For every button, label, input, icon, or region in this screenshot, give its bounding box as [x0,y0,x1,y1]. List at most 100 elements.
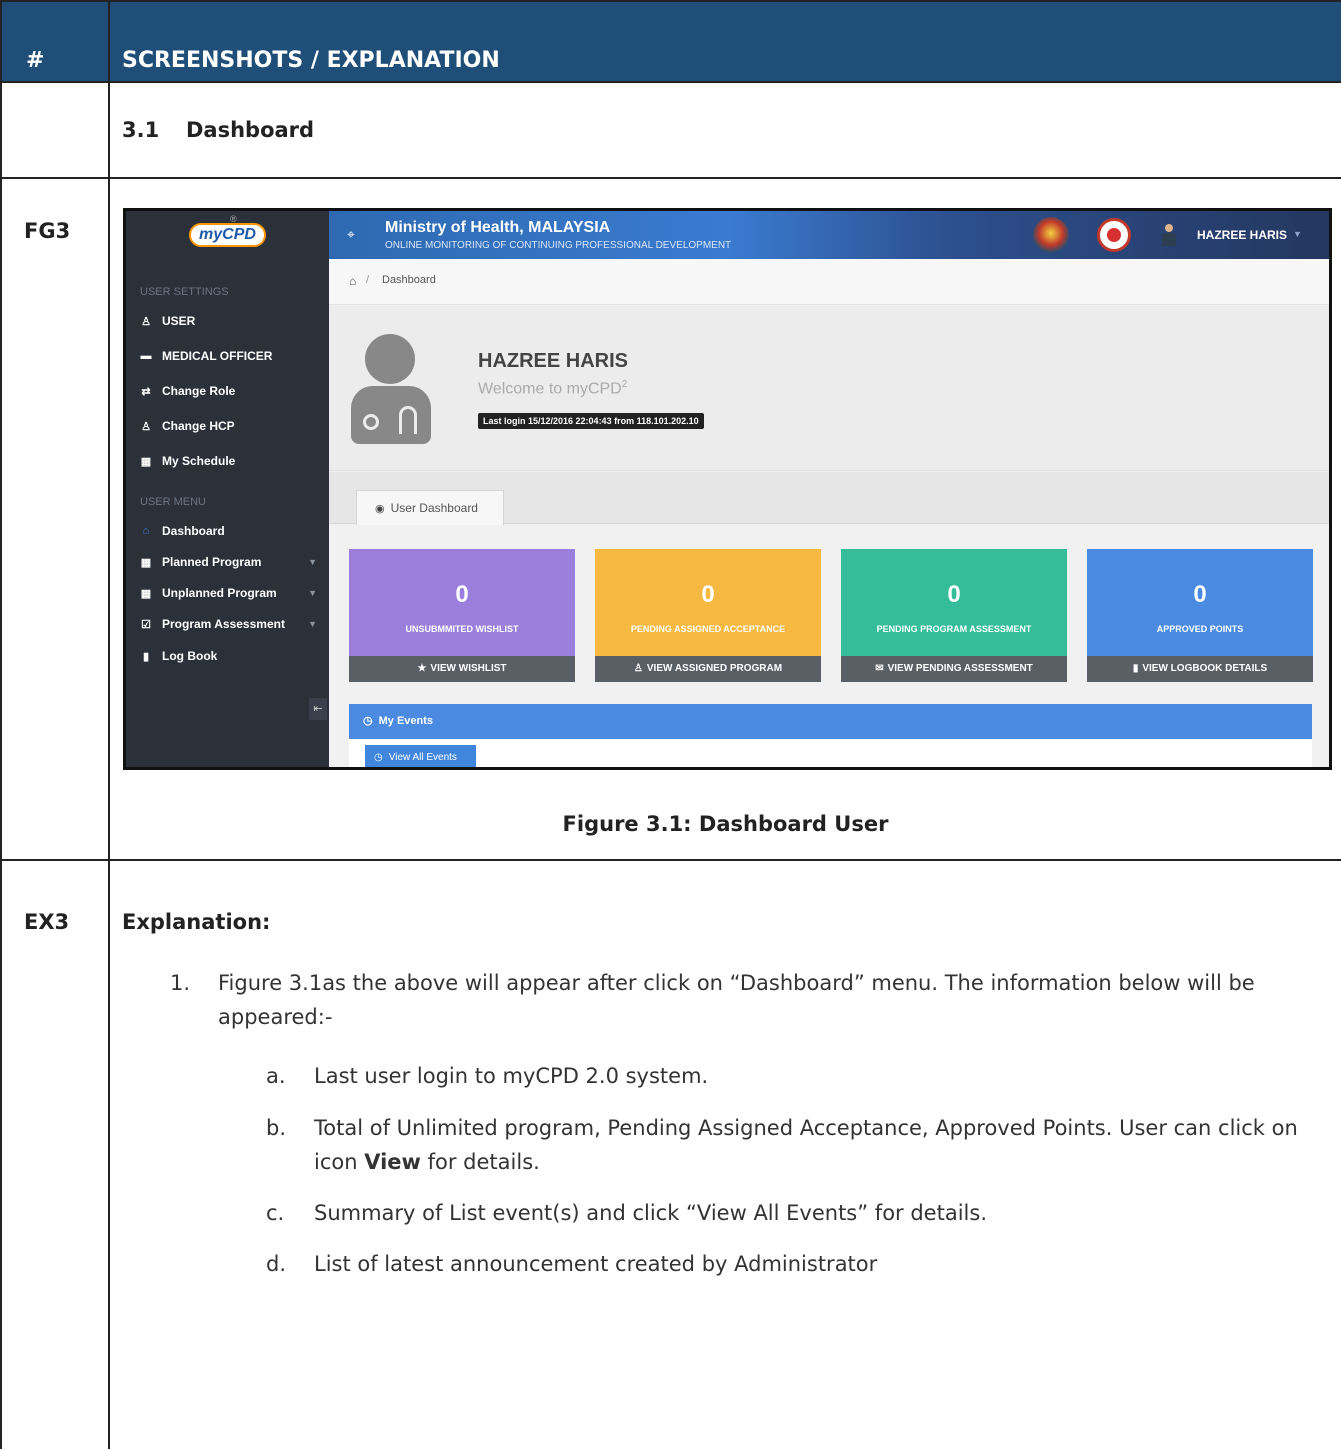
explanation-item-d: d. List of latest announcement created b… [266,1247,1316,1281]
view-assigned-program-button[interactable]: ♙ VIEW ASSIGNED PROGRAM [595,656,821,682]
logo-registered-mark: ® [230,214,237,224]
my-events-panel-body: ◷ View All Events [349,739,1312,767]
explanation-heading: Explanation: [122,910,271,934]
button-label: VIEW ASSIGNED PROGRAM [646,663,783,674]
profile-name: HAZREE HARIS [478,350,629,372]
section-number: 3.1 [122,118,160,142]
sidebar-item-my-schedule[interactable]: ▦ My Schedule [140,454,325,468]
sidebar-item-label: Program Assessment [162,617,285,631]
calendar-icon: ▦ [140,556,152,569]
stat-card-program-assessment: 0 PENDING PROGRAM ASSESSMENT ✉ VIEW PENDI… [841,549,1067,682]
tab-bar: ◉ User Dashboard [329,472,1329,525]
table-header: # SCREENSHOTS / EXPLANATION [0,0,1341,81]
sidebar-item-medical-officer[interactable]: ▬ MEDICAL OFFICER [140,349,325,363]
explanation-item-b: b. Total of Unlimited program, Pending A… [266,1111,1316,1179]
list-marker: c. [266,1201,285,1225]
panel-title: My Events [378,715,434,727]
tab-user-dashboard[interactable]: ◉ User Dashboard [356,490,504,525]
sidebar-item-dashboard[interactable]: ⌂ Dashboard [140,524,325,538]
breadcrumb-current: Dashboard [382,274,436,286]
user-menu-name[interactable]: HAZREE HARIS [1197,228,1287,242]
figure-caption: Figure 3.1: Dashboard User [562,812,889,836]
explanation-item-a: a. Last user login to myCPD 2.0 system. [266,1059,1316,1093]
comments-icon: ✉ [875,663,884,674]
stat-card-face: 0 UNSUBMMITED WISHLIST [349,549,575,656]
sidebar-collapse-button[interactable]: ⇤ [309,698,327,720]
view-pending-assessment-button[interactable]: ✉ VIEW PENDING ASSESSMENT [841,656,1067,682]
row-label-ex: EX3 [24,910,70,934]
minus-icon: ▬ [140,350,152,362]
view-logbook-details-button[interactable]: ▮ VIEW LOGBOOK DETAILS [1087,656,1313,682]
sidebar-item-change-role[interactable]: ⇄ Change Role [140,384,325,398]
stat-card-approved-points: 0 APPROVED POINTS ▮ VIEW LOGBOOK DETAILS [1087,549,1313,682]
dashboard-icon: ◉ [375,503,385,515]
app-title: Ministry of Health, MALAYSIA [385,219,611,236]
user-icon: ♙ [141,315,151,328]
button-label: VIEW LOGBOOK DETAILS [1142,663,1268,674]
stat-label: PENDING PROGRAM ASSESSMENT [876,624,1032,634]
view-wishlist-button[interactable]: ★ VIEW WISHLIST [349,656,575,682]
row-divider [0,81,1341,83]
chevron-down-icon: ▼ [308,619,317,629]
sidebar-item-change-hcp[interactable]: ♙ Change HCP [140,419,325,433]
sidebar-item-program-assessment[interactable]: ☑ Program Assessment ▼ [140,617,325,631]
menu-toggle-icon[interactable]: ⌖ [347,226,355,243]
star-icon: ★ [417,663,427,674]
logo[interactable]: myCPD ® [126,211,329,259]
header-col-number: # [26,48,45,73]
last-login-badge: Last login 15/12/2016 22:04:43 from 118.… [478,413,704,429]
main-content: ⌂ / Dashboard HAZREE HARIS Welcome to my… [329,259,1329,767]
table-border-left [0,0,2,1449]
explanation-item-c: c. Summary of List event(s) and click “V… [266,1196,1316,1230]
column-divider [108,0,110,1449]
ministry-seal-logo [1097,218,1131,252]
sidebar-item-label: Log Book [162,649,218,663]
calendar-icon: ▦ [140,455,152,468]
app-subtitle: ONLINE MONITORING OF CONTINUING PROFESSI… [385,240,732,251]
explanation-bold-view: View [364,1150,421,1174]
welcome-text: Welcome to myCPD [478,380,622,398]
user-icon: ♙ [633,663,643,674]
view-all-events-button[interactable]: ◷ View All Events [365,745,476,767]
stat-value: 0 [947,581,961,608]
document-page: # SCREENSHOTS / EXPLANATION 3.1 Dashboard… [0,0,1341,1449]
stat-label: APPROVED POINTS [1156,624,1244,634]
check-square-icon: ☑ [141,618,151,631]
explanation-text-part: for details. [420,1150,540,1174]
retweet-icon: ⇄ [141,385,151,398]
stat-label: PENDING ASSIGNED ACCEPTANCE [630,624,786,634]
chevron-down-icon[interactable]: ▼ [1293,229,1302,239]
stat-card-assigned-acceptance: 0 PENDING ASSIGNED ACCEPTANCE ♙ VIEW ASSI… [595,549,821,682]
list-marker: a. [266,1064,286,1088]
row-divider [0,177,1341,179]
book-icon: ▮ [1132,663,1139,674]
top-navbar: ⌖ Ministry of Health, MALAYSIA ONLINE MO… [329,211,1329,259]
explanation-text: Total of Unlimited program, Pending Assi… [266,1111,1316,1179]
sidebar-item-log-book[interactable]: ▮ Log Book [140,649,325,663]
breadcrumb: ⌂ / Dashboard [329,259,1329,305]
user-avatar-icon[interactable] [1161,224,1177,246]
sidebar-item-planned-program[interactable]: ▦ Planned Program ▼ [140,555,325,569]
home-icon: ⌂ [142,525,150,537]
sidebar-item-user[interactable]: ♙ USER [140,314,325,328]
sidebar-item-unplanned-program[interactable]: ▦ Unplanned Program ▼ [140,586,325,600]
doctor-avatar [347,334,431,444]
malaysia-crest-logo [1033,217,1069,253]
stat-card-wishlist: 0 UNSUBMMITED WISHLIST ★ VIEW WISHLIST [349,549,575,682]
home-icon[interactable]: ⌂ [349,274,356,288]
chevron-down-icon: ▼ [308,557,317,567]
explanation-text: Last user login to myCPD 2.0 system. [314,1064,709,1088]
row-divider [0,859,1341,861]
list-marker: b. [266,1116,287,1140]
dashboard-screenshot: myCPD ® USER SETTINGS ♙ USER ▬ MEDICAL OFF… [123,208,1332,770]
clock-icon: ◷ [374,752,383,763]
row-label-fg: FG3 [24,219,71,243]
clock-icon: ◷ [363,715,373,727]
profile-panel: HAZREE HARIS Welcome to myCPD2 Last logi… [329,306,1329,471]
chevron-down-icon: ▼ [308,588,317,598]
stat-card-face: 0 PENDING PROGRAM ASSESSMENT [841,549,1067,656]
button-label: VIEW WISHLIST [430,663,507,674]
explanation-item-1: 1. Figure 3.1as the above will appear af… [170,966,1320,1034]
header-col-screenshots: SCREENSHOTS / EXPLANATION [122,48,500,73]
button-label: VIEW PENDING ASSESSMENT [887,663,1033,674]
